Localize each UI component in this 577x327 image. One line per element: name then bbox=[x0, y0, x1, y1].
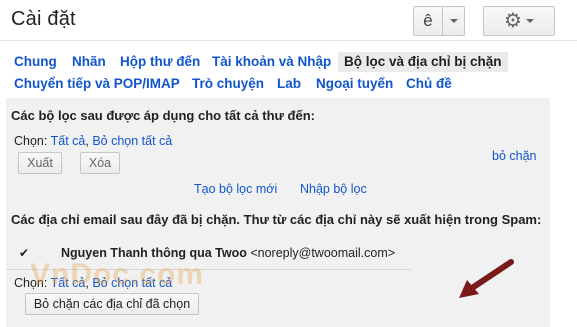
tab-themes[interactable]: Chủ đề bbox=[406, 76, 452, 91]
input-tools-label: ê bbox=[423, 11, 433, 30]
blocked-heading: Các địa chỉ email sau đây đã bị chặn. Th… bbox=[11, 212, 542, 227]
tab-chat[interactable]: Trò chuyện bbox=[192, 76, 264, 91]
page-title: Cài đặt bbox=[11, 8, 76, 30]
input-tools-dropdown[interactable] bbox=[443, 6, 465, 36]
sender-email: <noreply@twoomail.com> bbox=[250, 246, 396, 260]
select-separator: , bbox=[85, 134, 89, 148]
delete-button[interactable]: Xóa bbox=[80, 152, 120, 174]
tab-filters[interactable]: Bộ lọc và địa chỉ bị chặn bbox=[338, 52, 508, 72]
unblock-selected-button[interactable]: Bỏ chặn các địa chỉ đã chọn bbox=[25, 293, 199, 315]
import-filters-link[interactable]: Nhập bộ lọc bbox=[300, 182, 367, 196]
gear-icon: ⚙ bbox=[504, 10, 522, 32]
watermark: VnDoc.com bbox=[30, 258, 205, 291]
create-filter-link[interactable]: Tạo bộ lọc mới bbox=[194, 182, 277, 196]
chevron-down-icon bbox=[449, 19, 458, 23]
unblock-selected-label: Bỏ chặn các địa chỉ đã chọn bbox=[33, 297, 191, 311]
tab-general[interactable]: Chung bbox=[14, 54, 57, 69]
tab-labs[interactable]: Lab bbox=[277, 76, 301, 91]
tab-inbox[interactable]: Hộp thư đến bbox=[120, 54, 200, 69]
input-tools-button[interactable]: ê bbox=[413, 6, 443, 36]
header-divider bbox=[0, 40, 577, 41]
settings-button[interactable]: ⚙ bbox=[483, 6, 555, 36]
select-all-link[interactable]: Tất cả bbox=[51, 134, 86, 148]
tab-offline[interactable]: Ngoại tuyến bbox=[316, 76, 393, 91]
filters-select-bar: Chọn: Tất cả, Bỏ chọn tất cả bbox=[14, 134, 172, 148]
tab-accounts[interactable]: Tài khoản và Nhập bbox=[212, 54, 331, 69]
chevron-down-icon bbox=[525, 19, 534, 23]
settings-tabs: Chung Nhãn Hộp thư đến Tài khoản và Nhập… bbox=[14, 52, 534, 98]
export-button-label: Xuất bbox=[27, 156, 53, 170]
select-none-link[interactable]: Bỏ chọn tất cả bbox=[92, 134, 172, 148]
select-label: Chọn: bbox=[14, 134, 48, 148]
unblock-link[interactable]: bỏ chặn bbox=[492, 149, 536, 163]
delete-button-label: Xóa bbox=[88, 156, 112, 170]
filters-heading: Các bộ lọc sau được áp dụng cho tất cả t… bbox=[11, 108, 315, 123]
tab-forwarding[interactable]: Chuyển tiếp và POP/IMAP bbox=[14, 76, 180, 91]
tab-labels[interactable]: Nhãn bbox=[72, 54, 106, 69]
arrow-icon bbox=[459, 259, 514, 298]
export-button[interactable]: Xuất bbox=[18, 152, 62, 174]
